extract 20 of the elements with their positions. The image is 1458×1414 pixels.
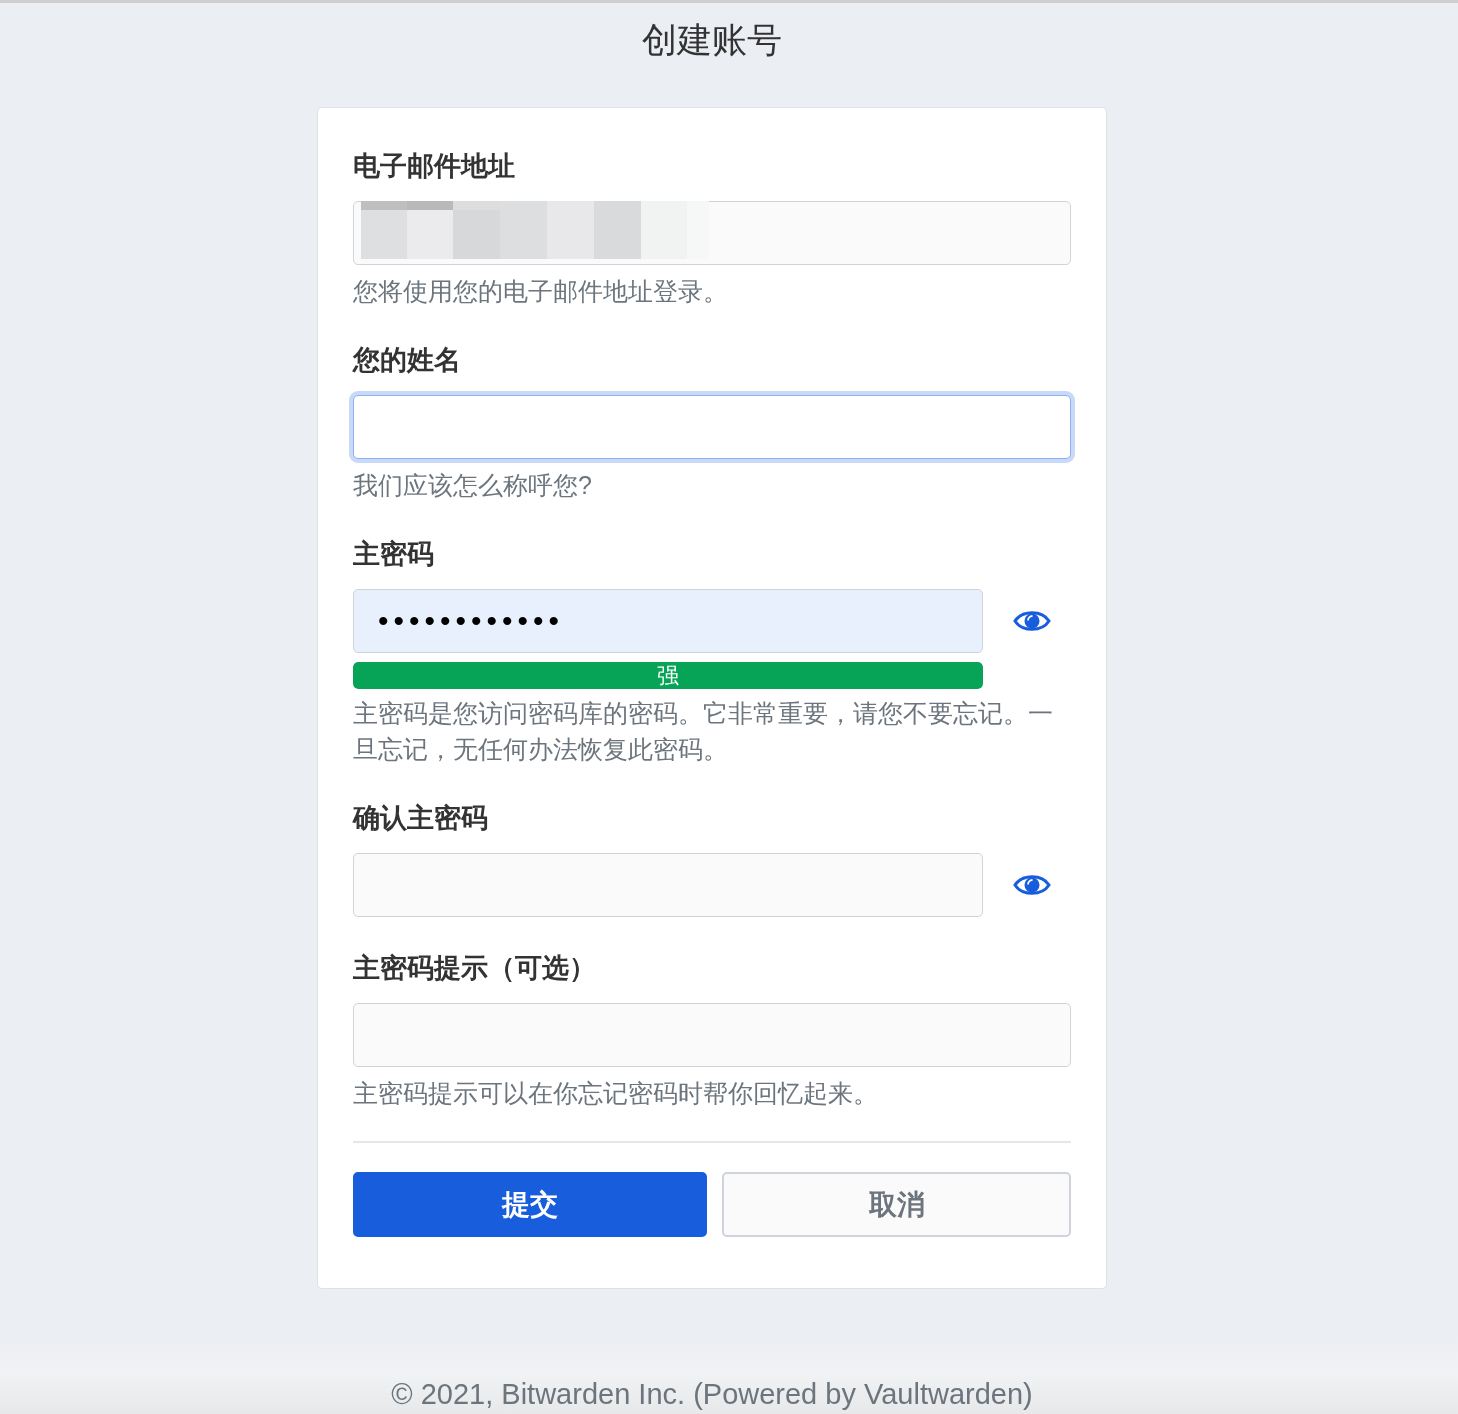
text-field[interactable] (353, 1003, 1071, 1067)
password-field[interactable]: •••••••••••• (353, 589, 983, 653)
strength-label: 强 (657, 664, 679, 687)
field-label: 主密码提示（可选） (353, 952, 597, 985)
field-label: 确认主密码 (353, 802, 489, 835)
email-field[interactable] (353, 201, 1071, 265)
field-label: 您的姓名 (353, 344, 462, 377)
field-label: 主密码 (353, 538, 435, 571)
help-text: 您将使用您的电子邮件地址登录。 (353, 276, 729, 307)
help-text: 我们应该怎么称呼您? (353, 470, 593, 501)
page-title: 创建账号 (642, 19, 782, 61)
submit-button[interactable]: 提交 (353, 1172, 707, 1237)
eye-icon (1013, 608, 1051, 634)
footer-copyright: © 2021, Bitwarden Inc. (Powered by Vaultwarden) (391, 1378, 1033, 1410)
field-label: 电子邮件地址 (353, 150, 516, 183)
help-text: 主密码是您访问密码库的密码。它非常重要，请您不要忘记。一旦忘记，无任何办法恢复此密码。 (353, 698, 1054, 765)
eye-icon (1013, 872, 1051, 898)
help-text: 主密码提示可以在你忘记密码时帮你回忆起来。 (353, 1078, 879, 1109)
password-field[interactable] (353, 853, 983, 917)
cancel-button[interactable]: 取消 (722, 1172, 1071, 1237)
